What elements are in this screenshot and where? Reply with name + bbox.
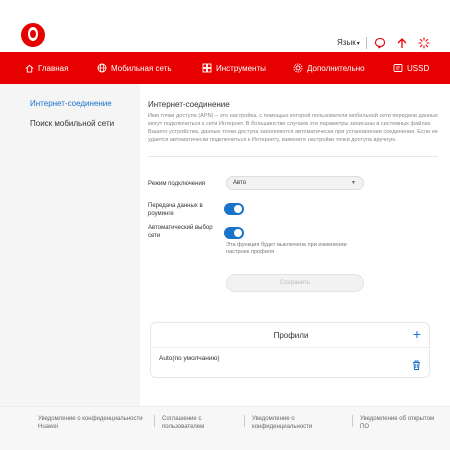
chevron-down-icon: ▾ <box>351 180 355 186</box>
page-title: Интернет-соединение <box>148 100 230 109</box>
home-icon <box>25 64 34 73</box>
nav-advanced[interactable]: Дополнительно <box>293 52 365 84</box>
profiles-title: Профили <box>273 331 309 340</box>
auto-network-hint: Эта функция будет выключена при изменени… <box>226 242 347 255</box>
upload-icon[interactable] <box>395 36 409 50</box>
nav-home-label: Главная <box>38 63 69 73</box>
connection-mode-label: Режим подключения <box>148 181 206 187</box>
nav-ussd[interactable]: USSD <box>393 52 429 84</box>
nav-advanced-label: Дополнительно <box>307 63 365 73</box>
auto-network-toggle[interactable] <box>224 227 244 239</box>
profiles-card: Профили + Auto(по умолчанию) <box>150 322 431 378</box>
footer-link-huawei-privacy[interactable]: Уведомление о конфиденциальности Huawei <box>38 415 148 431</box>
divider <box>352 415 353 427</box>
divider <box>366 37 367 49</box>
globe-icon <box>97 63 107 73</box>
add-profile-button[interactable]: + <box>413 327 421 341</box>
footer: Уведомление о конфиденциальности Huawei … <box>0 406 450 450</box>
tools-icon <box>202 63 212 73</box>
roaming-label: Передача данных в роуминге <box>148 203 203 217</box>
divider <box>154 415 155 427</box>
divider <box>151 347 431 348</box>
nav-mobile-network[interactable]: Мобильная сеть <box>97 52 172 84</box>
ussd-icon <box>393 63 403 73</box>
sidebar-item-network-search[interactable]: Поиск мобильной сети <box>30 119 114 128</box>
nav-ussd-label: USSD <box>407 63 430 73</box>
nav-mobile-network-label: Мобильная сеть <box>111 63 172 73</box>
language-label: Язык <box>337 38 356 47</box>
footer-link-privacy[interactable]: Уведомление о конфиденциальности <box>252 415 344 431</box>
top-bar: Язык▾ <box>0 0 450 52</box>
nav-home[interactable]: Главная <box>25 52 68 84</box>
gear-icon <box>293 63 303 73</box>
main-nav: Главная Мобильная сеть Инструменты Допол… <box>0 52 450 84</box>
divider <box>244 415 245 427</box>
vodafone-logo[interactable] <box>21 23 45 47</box>
profile-item[interactable]: Auto(по умолчанию) <box>159 355 220 362</box>
connection-mode-select[interactable]: Авто ▾ <box>226 176 364 190</box>
sidebar: Интернет-соединение Поиск мобильной сети <box>0 84 140 406</box>
loading-icon <box>417 36 431 50</box>
connection-mode-value: Авто <box>233 180 247 186</box>
language-selector[interactable]: Язык▾ <box>337 38 360 47</box>
footer-link-open-source[interactable]: Уведомление об открытом ПО <box>360 415 444 431</box>
save-button[interactable]: Сохранить <box>226 274 364 292</box>
footer-link-user-agreement[interactable]: Соглашение с пользователем <box>162 415 236 431</box>
auto-network-label: Автоматический выбор сети <box>148 225 213 239</box>
trash-icon[interactable] <box>412 357 421 375</box>
roaming-toggle[interactable] <box>224 203 244 215</box>
message-icon[interactable] <box>373 36 387 50</box>
nav-tools[interactable]: Инструменты <box>202 52 266 84</box>
chevron-down-icon: ▾ <box>356 41 360 47</box>
sidebar-item-internet-connection[interactable]: Интернет-соединение <box>30 99 112 108</box>
divider <box>148 156 438 157</box>
nav-tools-label: Инструменты <box>216 63 266 73</box>
page-description: Имя точки доступа (APN) – это настройка,… <box>148 113 438 143</box>
